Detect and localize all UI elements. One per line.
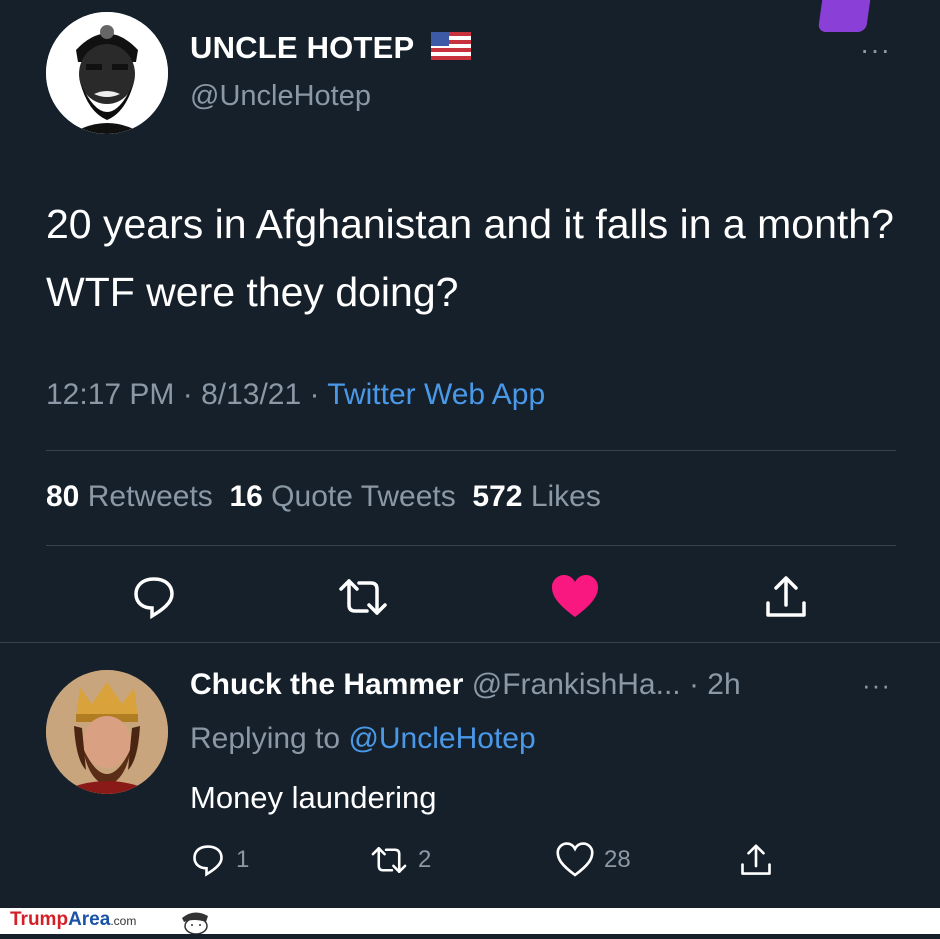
corner-decoration [817,0,871,32]
quotes-stat[interactable]: 16 Quote Tweets [229,480,455,513]
avatar[interactable] [46,12,168,134]
reply-avatar[interactable] [46,670,168,794]
share-icon[interactable] [762,573,812,623]
reply-reply-button[interactable]: 1 [190,842,249,878]
caricature-icon [176,908,216,939]
reply-more-options-icon[interactable]: ··· [862,670,891,701]
reply-count: 1 [236,846,250,873]
reply-share-button[interactable] [738,842,774,878]
divider [46,450,896,451]
share-icon [741,844,771,875]
reply-text: Money laundering [190,780,437,815]
divider [0,642,940,643]
reply-retweet-button[interactable]: 2 [370,842,431,878]
like-icon [556,842,594,877]
reply-icon [193,845,223,877]
reply-icon[interactable] [130,573,180,623]
tweet-source[interactable]: Twitter Web App [327,378,545,411]
watermark-logo: TrumpArea.com [10,909,137,930]
retweet-icon [371,847,407,873]
retweet-icon[interactable] [337,573,387,623]
tweet-stats: 80 Retweets 16 Quote Tweets 572 Likes [46,480,601,514]
like-icon-filled[interactable] [550,573,600,623]
replying-to-mention[interactable]: @UncleHotep [348,722,535,755]
tweet-text: 20 years in Afghanistan and it falls in … [46,201,894,315]
display-name[interactable]: UNCLE HOTEP [190,30,471,68]
avatar-portrait-icon [46,12,168,134]
reply-like-button[interactable]: 28 [556,842,631,878]
like-count: 28 [604,846,631,873]
king-portrait-icon [46,670,168,794]
retweets-stat[interactable]: 80 Retweets [46,480,213,513]
replying-to: Replying to @UncleHotep [190,722,536,755]
tweet-timestamp[interactable]: 12:17 PM · 8/13/21 · [46,378,327,411]
reply-display-name[interactable]: Chuck the Hammer [190,668,463,701]
reply-handle-time[interactable]: @FrankishHa... · 2h [472,668,741,701]
more-options-icon[interactable]: ··· [860,34,891,66]
divider [46,545,896,546]
retweet-count: 2 [418,846,432,873]
likes-stat[interactable]: 572 Likes [472,480,600,513]
tweet-meta: 12:17 PM · 8/13/21 · Twitter Web App [46,378,545,412]
watermark-bar [0,908,940,934]
us-flag-icon [430,31,471,68]
reply-header: Chuck the Hammer @FrankishHa... · 2h [190,668,741,702]
handle[interactable]: @UncleHotep [190,80,371,113]
